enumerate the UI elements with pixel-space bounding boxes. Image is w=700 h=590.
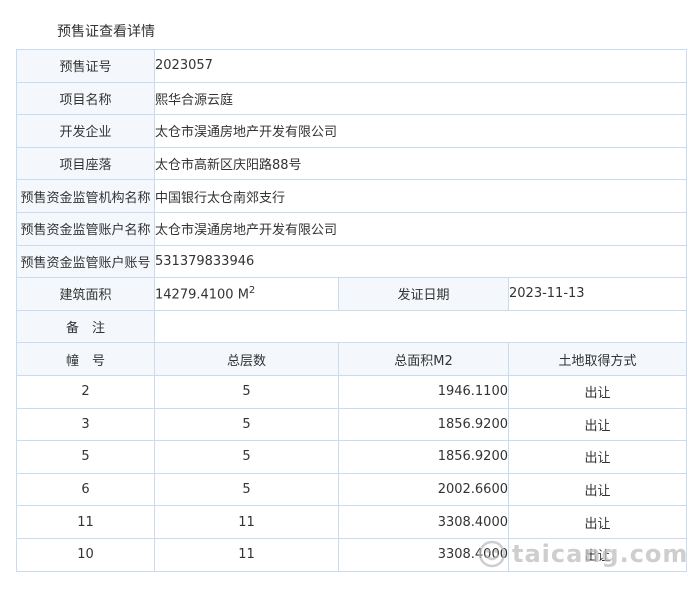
table-row: 6 5 2002.6600 出让 bbox=[16, 472, 688, 507]
label-project-name: 项目名称 bbox=[16, 81, 155, 116]
label-location: 项目座落 bbox=[16, 146, 155, 181]
label-building-area: 建筑面积 bbox=[16, 277, 155, 311]
buildings-header-row: 幢 号 总层数 总面积M2 土地取得方式 bbox=[16, 342, 688, 376]
building-area-number: 14279.4100 M bbox=[155, 287, 249, 303]
cell-floors: 5 bbox=[154, 440, 339, 474]
row-supervision-account-no: 预售资金监管账户账号 531379833946 bbox=[16, 244, 688, 279]
label-permit-no: 预售证号 bbox=[16, 49, 155, 83]
page-title: 预售证查看详情 bbox=[57, 24, 155, 40]
row-area-date: 建筑面积 14279.4100 M2 发证日期 2023-11-13 bbox=[16, 277, 688, 311]
cell-building-no: 5 bbox=[16, 440, 155, 474]
cell-building-no: 2 bbox=[16, 374, 155, 409]
row-supervision-account-name: 预售资金监管账户名称 太仓市淏通房地产开发有限公司 bbox=[16, 211, 688, 246]
value-supervision-account-no: 531379833946 bbox=[153, 244, 688, 279]
cell-land-method: 出让 bbox=[507, 407, 688, 442]
label-supervision-account-name: 预售资金监管账户名称 bbox=[16, 211, 155, 246]
value-permit-no: 2023057 bbox=[153, 49, 688, 83]
value-project-name: 熙华合源云庭 bbox=[153, 81, 688, 116]
cell-area: 2002.6600 bbox=[338, 472, 509, 507]
cell-area: 3308.4000 bbox=[338, 505, 509, 539]
cell-land-method: 出让 bbox=[507, 472, 688, 507]
cell-building-no: 3 bbox=[16, 407, 155, 442]
cell-land-method: 出让 bbox=[507, 374, 688, 409]
cell-area: 1946.1100 bbox=[338, 374, 509, 409]
row-project-name: 项目名称 熙华合源云庭 bbox=[16, 81, 688, 116]
value-issue-date: 2023-11-13 bbox=[507, 277, 688, 311]
row-remarks: 备 注 bbox=[16, 309, 688, 344]
cell-area: 1856.9200 bbox=[338, 440, 509, 474]
cell-floors: 11 bbox=[154, 537, 339, 572]
cell-land-method: 出让 bbox=[507, 537, 688, 572]
column-header-area: 总面积M2 bbox=[338, 342, 509, 376]
value-remarks bbox=[153, 309, 688, 344]
value-developer: 太仓市淏通房地产开发有限公司 bbox=[153, 114, 688, 148]
table-row: 11 11 3308.4000 出让 bbox=[16, 505, 688, 539]
table-row: 3 5 1856.9200 出让 bbox=[16, 407, 688, 442]
cell-building-no: 6 bbox=[16, 472, 155, 507]
label-remarks: 备 注 bbox=[16, 309, 155, 344]
table-row: 5 5 1856.9200 出让 bbox=[16, 440, 688, 474]
cell-area: 1856.9200 bbox=[338, 407, 509, 442]
value-building-area: 14279.4100 M2 bbox=[154, 277, 339, 311]
cell-building-no: 11 bbox=[16, 505, 155, 539]
cell-area: 3308.4000 bbox=[338, 537, 509, 572]
table-row: 10 11 3308.4000 出让 bbox=[16, 537, 688, 572]
column-header-floors: 总层数 bbox=[154, 342, 339, 376]
table-row: 2 5 1946.1100 出让 bbox=[16, 374, 688, 409]
label-supervision-org: 预售资金监管机构名称 bbox=[16, 179, 155, 213]
cell-land-method: 出让 bbox=[507, 440, 688, 474]
presale-permit-table: 预售证号 2023057 项目名称 熙华合源云庭 开发企业 太仓市淏通房地产开发… bbox=[16, 49, 688, 572]
row-location: 项目座落 太仓市高新区庆阳路88号 bbox=[16, 146, 688, 181]
column-header-land-method: 土地取得方式 bbox=[507, 342, 688, 376]
row-permit-no: 预售证号 2023057 bbox=[16, 49, 688, 83]
cell-building-no: 10 bbox=[16, 537, 155, 572]
value-supervision-account-name: 太仓市淏通房地产开发有限公司 bbox=[153, 211, 688, 246]
cell-floors: 11 bbox=[154, 505, 339, 539]
cell-land-method: 出让 bbox=[507, 505, 688, 539]
label-supervision-account-no: 预售资金监管账户账号 bbox=[16, 244, 155, 279]
row-developer: 开发企业 太仓市淏通房地产开发有限公司 bbox=[16, 114, 688, 148]
building-area-unit-superscript: 2 bbox=[248, 285, 256, 297]
cell-floors: 5 bbox=[154, 472, 339, 507]
value-location: 太仓市高新区庆阳路88号 bbox=[153, 146, 688, 181]
cell-floors: 5 bbox=[154, 407, 339, 442]
column-header-building-no: 幢 号 bbox=[16, 342, 155, 376]
row-supervision-org: 预售资金监管机构名称 中国银行太仓南郊支行 bbox=[16, 179, 688, 213]
label-developer: 开发企业 bbox=[16, 114, 155, 148]
cell-floors: 5 bbox=[154, 374, 339, 409]
label-issue-date: 发证日期 bbox=[338, 277, 509, 311]
value-supervision-org: 中国银行太仓南郊支行 bbox=[153, 179, 688, 213]
